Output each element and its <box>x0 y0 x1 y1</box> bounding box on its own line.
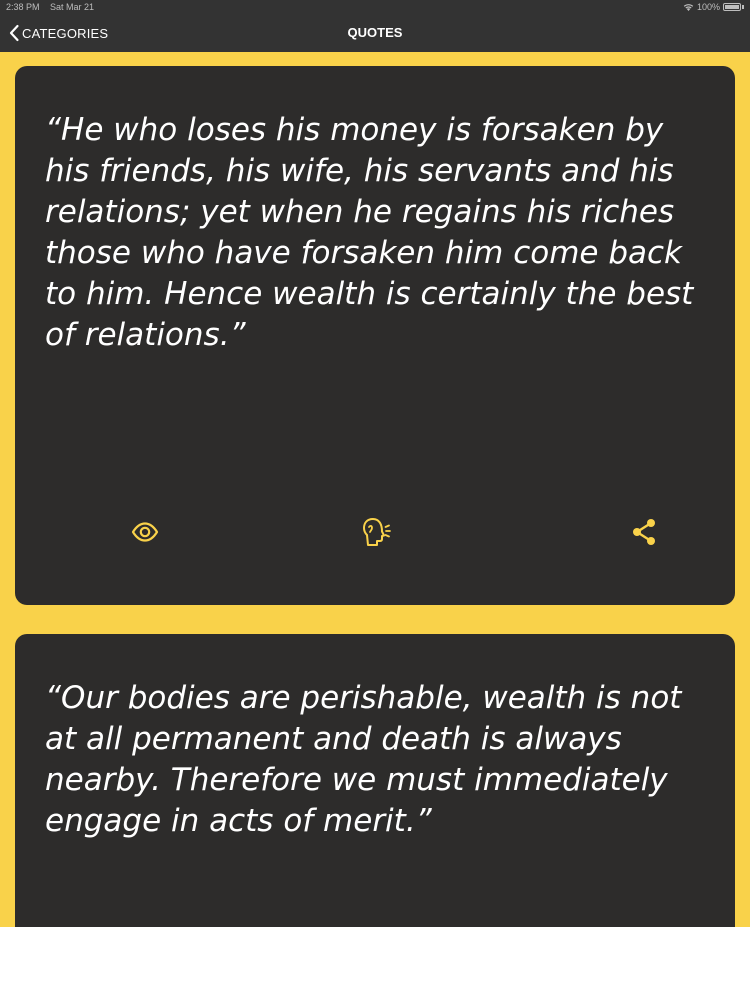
quote-card: “Our bodies are perishable, wealth is no… <box>15 634 735 927</box>
back-button[interactable]: CATEGORIES <box>8 14 108 52</box>
status-bar: 2:38 PM Sat Mar 21 100% <box>0 0 750 14</box>
chevron-left-icon <box>9 24 19 42</box>
speak-button[interactable] <box>359 515 393 549</box>
quote-actions <box>15 515 735 549</box>
back-label: CATEGORIES <box>22 25 109 41</box>
wifi-icon <box>683 4 694 11</box>
status-left: 2:38 PM Sat Mar 21 <box>6 0 102 14</box>
view-button[interactable] <box>128 515 162 549</box>
battery-percent: 100% <box>696 2 720 12</box>
quote-card: “He who loses his money is forsaken by h… <box>15 66 735 605</box>
quote-text: “He who loses his money is forsaken by h… <box>45 112 694 353</box>
battery-icon <box>723 3 741 11</box>
quote-text: “Our bodies are perishable, wealth is no… <box>45 680 682 839</box>
share-button[interactable] <box>627 515 661 549</box>
share-icon <box>633 519 655 545</box>
status-date: Sat Mar 21 <box>50 2 95 12</box>
page-title: QUOTES <box>347 25 403 40</box>
speak-head-icon <box>363 518 391 546</box>
status-time: 2:38 PM <box>6 2 40 12</box>
navigation-bar: CATEGORIES QUOTES <box>0 14 750 52</box>
app-screen: 2:38 PM Sat Mar 21 100% CATEGORIES QUOTE… <box>0 0 750 927</box>
battery-tip <box>742 5 744 9</box>
eye-icon <box>131 522 159 542</box>
status-right: 100% <box>683 0 744 14</box>
